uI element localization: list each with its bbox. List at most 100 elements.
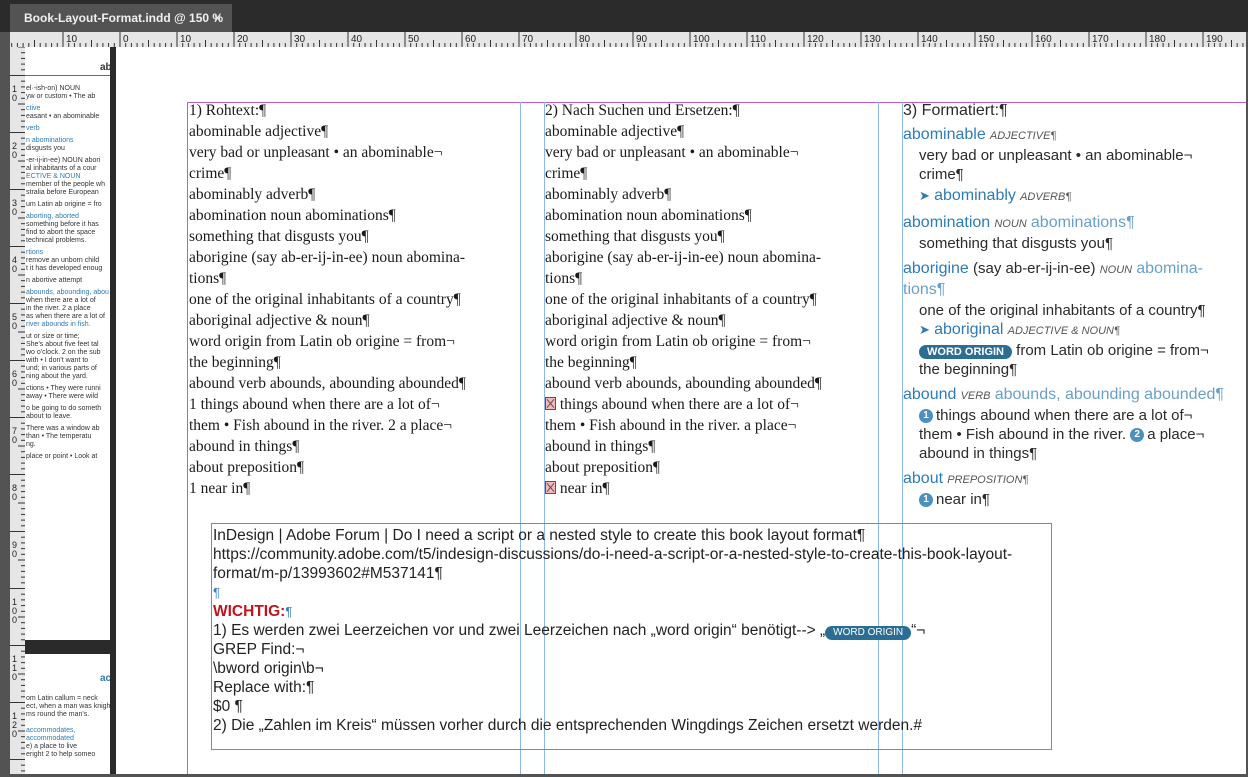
entry-pos: NOUN: [994, 218, 1027, 230]
text-line: aborigine (say ab-er-ij-in-ee) noun abom…: [189, 249, 465, 266]
note-grep-pattern: \bword origin\b¬: [213, 660, 324, 677]
word-origin-text: from Latin ob origine = from¬: [1016, 342, 1209, 359]
text-line: them • Fish abound in the river. a place…: [545, 417, 797, 434]
thumb-line: ctions • They were runni: [26, 385, 101, 392]
document-canvas[interactable]: 1) Rohtext:¶ abominable adjective¶ very ba…: [116, 47, 1246, 774]
text-line: 1 near in¶: [189, 480, 251, 497]
ruler-label: 60: [465, 34, 477, 45]
thumb-rule: [25, 75, 113, 76]
ruler-label: 0: [12, 729, 17, 739]
text-line: aborigine (say ab-er-ij-in-ee) noun abom…: [545, 249, 821, 266]
text-line: something that disgusts you¶: [189, 228, 369, 245]
note-pilcrow: ¶: [285, 604, 293, 619]
entry-headword: aborigine: [903, 260, 969, 277]
text-line: word origin from Latin ob origine = from…: [545, 333, 811, 350]
thumb-line: when there are a lot of: [26, 297, 96, 304]
thumb-line: She's about five feet tal: [26, 341, 99, 348]
entry-plural: abomina-: [1136, 260, 1203, 277]
text-line: one of the original inhabitants of a cou…: [545, 291, 817, 308]
note-line: InDesign | Adobe Forum | Do I need a scr…: [213, 527, 866, 544]
thumb-line: away • There were wild: [26, 393, 98, 400]
arrow-icon: ➤: [919, 188, 930, 203]
entry-definition: very bad or unpleasant • an abominable¬: [919, 147, 1193, 164]
thumb-line: than • The temperatu: [26, 433, 92, 440]
ruler-label: 130: [864, 34, 881, 45]
arrow-icon: ➤: [919, 322, 930, 337]
thumb-line: ECTIVE & NOUN: [26, 173, 81, 180]
column-search-replace[interactable]: 2) Nach Suchen und Ersetzen:¶ abominable …: [545, 100, 822, 499]
thumb-line: ning about the yard.: [26, 373, 88, 380]
ruler-label: 0: [12, 207, 17, 217]
word-origin-badge: WORD ORIGIN: [919, 345, 1012, 359]
text-line: near in¶: [545, 478, 822, 499]
entry-pronunciation: (say ab-er-ij-in-ee): [973, 260, 1096, 277]
thumb-line: remove an unborn child: [26, 257, 100, 264]
ruler-label: 0: [12, 672, 17, 682]
text-line: the beginning¶: [545, 354, 637, 371]
text-line: abominable adjective¶: [189, 123, 329, 140]
thumb-line: und; in various parts of: [26, 365, 97, 372]
thumb-line: n abominations: [26, 137, 74, 144]
ruler-label: 50: [408, 34, 420, 45]
ruler-label: 70: [522, 34, 534, 45]
thumb-line: n abortive attempt: [26, 277, 83, 284]
ruler-label: 0: [12, 321, 17, 331]
text-line-content: near in¶: [556, 480, 610, 497]
text-line: something that disgusts you¶: [545, 228, 725, 245]
horizontal-ruler[interactable]: 10 0 10 20 30 40 50 60 70 80 90 100 110 120 130 140 150 1…: [10, 32, 1246, 47]
note-empty: ¶: [213, 585, 220, 600]
text-line: 1 things abound when there are a lot of¬: [189, 396, 440, 413]
note-grep-find: GREP Find:¬: [213, 641, 305, 658]
thumb-line: ng.: [26, 441, 36, 448]
thumb-line: ect, when a man was knigh: [26, 703, 111, 710]
document-tab-bar: Book-Layout-Format.indd @ 150 % ×: [0, 0, 1248, 32]
entry-pos: NOUN: [1099, 264, 1133, 276]
thumb-line: disgusts you: [26, 145, 65, 152]
thumb-line: aborting, aborted: [26, 213, 79, 220]
text-line: very bad or unpleasant • an abominable¬: [189, 144, 443, 161]
ruler-label: 0: [12, 435, 17, 445]
thumb-line: accommodates,: [26, 727, 76, 734]
text-line: tions¶: [189, 270, 227, 287]
ruler-label: 120: [807, 34, 824, 45]
thumb-line: ctive: [26, 105, 41, 112]
note-url-cont: format/m-p/13993602#M537141¶: [213, 565, 443, 582]
ruler-label: 160: [1035, 34, 1052, 45]
thumb-line: something before it has: [26, 221, 99, 228]
thumb-line: yw or custom • The ab: [26, 93, 96, 100]
text-line: abominably adverb¶: [189, 186, 316, 203]
text-line-content: things abound when there are a lot of¬: [556, 396, 799, 413]
thumb-line: eright 2 to help someo: [26, 751, 96, 758]
note-step-1-end: “¬: [911, 622, 926, 639]
thumb-line: in the river. 2 a place: [26, 305, 91, 312]
ruler-label: 10: [66, 34, 78, 45]
missing-glyph-icon: [545, 397, 556, 410]
entry-pos: ADJECTIVE¶: [989, 130, 1057, 142]
subentry-pos: ADVERB¶: [1020, 191, 1072, 203]
entry-plural: abominations¶: [1030, 214, 1135, 231]
text-line: abound verb abounds, abounding abounded¶: [545, 375, 822, 392]
thumb-line: find to abort the space: [26, 229, 96, 236]
text-line: about preposition¶: [189, 459, 305, 476]
ruler-label: 170: [1092, 34, 1109, 45]
instruction-text-frame[interactable]: InDesign | Adobe Forum | Do I need a scr…: [211, 523, 1052, 750]
vertical-ruler[interactable]: 102030405060708090100110120: [10, 47, 25, 774]
text-line: things abound when there are a lot of¬: [545, 394, 822, 415]
column-formatted[interactable]: 3) Formatiert:¶ abominable ADJECTIVE¶ ve…: [903, 100, 1224, 509]
text-line: tions¶: [545, 270, 583, 287]
ruler-label: 0: [12, 549, 17, 559]
thumb-line: accommodated: [26, 735, 74, 742]
column-raw-text[interactable]: 1) Rohtext:¶ abominable adjective¶ very ba…: [189, 100, 466, 499]
thumb-line: -er-ij-in-ee) NOUN abori: [26, 157, 101, 164]
document-tab[interactable]: Book-Layout-Format.indd @ 150 % ×: [10, 4, 232, 32]
subentry-pos: ADJECTIVE & NOUN¶: [1007, 325, 1120, 337]
close-icon[interactable]: ×: [214, 4, 221, 32]
text-line: aboriginal adjective & noun¶: [189, 312, 370, 329]
entry-headword: abominable: [903, 126, 986, 143]
text-line: one of the original inhabitants of a cou…: [189, 291, 461, 308]
text-line: abomination noun abominations¶: [545, 207, 752, 224]
thumb-line: t it has developed enoug: [26, 265, 103, 272]
ruler-label: 0: [123, 34, 129, 45]
entry-pos: PREPOSITION¶: [947, 474, 1029, 486]
text-line: abound in things¶: [189, 438, 300, 455]
